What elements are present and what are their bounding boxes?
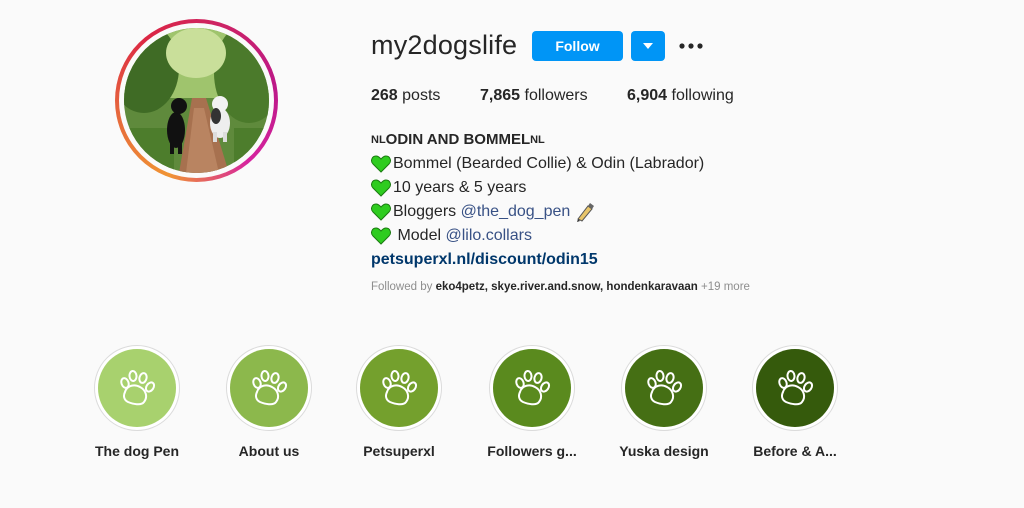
following-value: 6,904 [627,87,668,104]
following-label: following [671,87,734,104]
bio-name-text: ODIN AND BOMMEL [385,131,531,148]
green-heart-icon [371,155,391,173]
highlight-ring [489,345,575,431]
bio-line-3-text: Bloggers [393,203,461,220]
ellipsis-icon [679,43,703,49]
highlight-cover [756,349,834,427]
highlight-label: Followers g... [487,443,577,459]
follow-button[interactable]: Follow [532,31,623,61]
highlight-label: Before & A... [753,443,837,459]
highlight-item[interactable]: Before & A... [745,345,845,459]
suggested-accounts-button[interactable] [631,31,665,61]
bio-line-4-text: Model [393,227,446,244]
highlight-label: The dog Pen [95,443,179,459]
green-heart-icon [371,227,391,245]
flag-prefix: NL [371,134,386,146]
highlight-cover [230,349,308,427]
highlight-cover [493,349,571,427]
paw-icon [515,370,551,406]
followers-label: followers [524,87,588,104]
paw-icon [647,370,683,406]
highlight-label: Petsuperxl [363,443,435,459]
highlight-cover [98,349,176,427]
posts-label: posts [402,87,441,104]
highlight-ring [752,345,838,431]
posts-value: 268 [371,87,398,104]
bio-line-1-text: Bommel (Bearded Collie) & Odin (Labrador… [393,155,705,172]
bio-line-2: 10 years & 5 years [371,176,704,200]
highlight-item[interactable]: About us [219,345,319,459]
followers-value: 7,865 [480,87,521,104]
profile-avatar-ring[interactable] [115,19,278,182]
paw-icon [252,370,288,406]
highlight-cover [625,349,703,427]
bio-link-line: petsuperxl.nl/discount/odin15 [371,248,704,272]
followed-by-more: +19 more [697,281,750,293]
bio-name: NL ODIN AND BOMMEL NL [371,128,704,152]
highlight-item[interactable]: The dog Pen [87,345,187,459]
followers-link[interactable]: 7,865 followers [480,87,588,105]
bio-line-3: Bloggers @the_dog_pen [371,200,704,224]
paw-icon [778,370,814,406]
highlight-label: Yuska design [619,443,709,459]
bio-website-link[interactable]: petsuperxl.nl/discount/odin15 [371,248,598,272]
highlight-ring [226,345,312,431]
posts-count: 268 posts [371,87,440,105]
highlight-item[interactable]: Petsuperxl [349,345,449,459]
highlight-cover [360,349,438,427]
profile-username: my2dogslife [371,30,518,60]
followed-by[interactable]: Followed by eko4petz, skye.river.and.sno… [371,281,750,293]
caret-down-icon [643,43,653,49]
green-heart-icon [371,203,391,221]
mention-lilo-collars[interactable]: @lilo.collars [445,224,531,248]
avatar[interactable] [124,28,269,173]
mention-the-dog-pen[interactable]: @the_dog_pen [461,200,571,224]
highlight-ring [621,345,707,431]
bio-line-4: Model @lilo.collars [371,224,704,248]
highlight-label: About us [238,443,300,459]
green-heart-icon [371,179,391,197]
highlight-ring [356,345,442,431]
bio-line-2-text: 10 years & 5 years [393,179,527,196]
avatar-photo [124,28,269,173]
following-link[interactable]: 6,904 following [627,87,734,105]
avatar-border [119,23,274,178]
followed-by-prefix: Followed by [371,281,436,293]
bio-line-1: Bommel (Bearded Collie) & Odin (Labrador… [371,152,704,176]
highlight-item[interactable]: Followers g... [482,345,582,459]
options-button[interactable] [678,36,704,56]
profile-bio: NL ODIN AND BOMMEL NL Bommel (Bearded Coll… [371,128,704,272]
paw-icon [120,370,156,406]
highlight-item[interactable]: Yuska design [614,345,714,459]
highlight-ring [94,345,180,431]
flag-suffix: NL [530,134,545,146]
fountain-pen-icon [577,203,595,222]
followed-by-names: eko4petz, skye.river.and.snow, hondenkar… [435,281,698,293]
paw-icon [382,370,418,406]
